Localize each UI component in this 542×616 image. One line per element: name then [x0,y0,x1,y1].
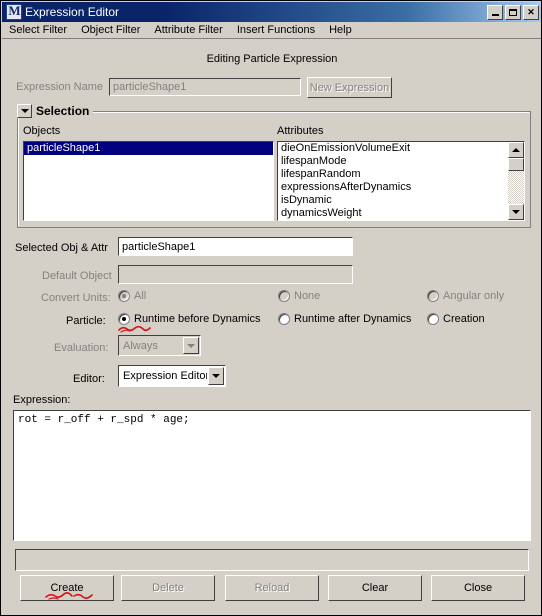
radio-label: Angular only [443,290,505,302]
convert-units-all-radio[interactable]: All [118,290,146,302]
radio-dot-icon [278,313,290,325]
particle-runtime-before-dynamics-radio[interactable]: Runtime before Dynamics [118,313,261,325]
radio-dot-icon [118,313,130,325]
close-icon: ✕ [527,6,535,17]
radio-dot-icon [427,313,439,325]
radio-dot-icon [278,290,290,302]
particle-creation-radio[interactable]: Creation [427,313,485,325]
chevron-down-icon [187,343,195,348]
status-field[interactable] [15,549,529,571]
scroll-thumb[interactable] [508,158,524,171]
expression-textarea[interactable]: rot = r_off + r_spd * age; [13,410,531,541]
evaluation-label: Evaluation: [54,342,109,354]
maximize-icon [509,8,517,16]
list-item[interactable]: particleShape1 [24,142,273,155]
list-item[interactable]: expressionsAfterDynamics [278,181,524,194]
list-item[interactable]: dieOnEmissionVolumeExit [278,142,524,155]
reload-button[interactable]: Reload [225,575,319,601]
selection-group-title: Selection [36,104,90,118]
convert-units-none-radio[interactable]: None [278,290,320,302]
clear-button[interactable]: Clear [328,575,422,601]
dropdown-arrow-button[interactable] [183,337,199,354]
scroll-up-button[interactable] [508,142,524,158]
editing-title: Editing Particle Expression [206,53,338,65]
window-controls: ✕ [487,4,540,20]
triangle-down-icon [512,210,520,214]
convert-units-label: Convert Units: [41,292,111,304]
list-item[interactable]: lifespanMode [278,155,524,168]
collapse-expander-icon[interactable] [17,104,32,118]
list-item[interactable]: isDynamic [278,194,524,207]
radio-label: Creation [443,313,485,325]
default-object-input[interactable] [118,265,353,284]
close-button[interactable]: ✕ [523,4,539,20]
selected-obj-attr-input[interactable]: particleShape1 [118,237,353,256]
menu-insert-functions[interactable]: Insert Functions [230,23,322,37]
create-button[interactable]: Create [20,575,114,601]
selected-obj-attr-label: Selected Obj & Attr [15,242,108,254]
radio-dot-icon [118,290,130,302]
close-dialog-button[interactable]: Close [431,575,525,601]
expression-editor-window: M Expression Editor ✕ Select Filter Obje… [0,0,542,616]
editor-dropdown[interactable]: Expression Editor [118,365,226,387]
evaluation-dropdown[interactable]: Always [118,335,201,356]
particle-runtime-after-dynamics-radio[interactable]: Runtime after Dynamics [278,313,411,325]
evaluation-value: Always [123,339,158,352]
editor-label: Editor: [73,373,105,385]
objects-label: Objects [23,125,61,137]
scroll-down-button[interactable] [508,204,524,220]
objects-listbox[interactable]: particleShape1 [23,141,274,221]
maya-logo-icon: M [6,4,22,20]
delete-button[interactable]: Delete [121,575,215,601]
expression-label: Expression: [13,394,71,406]
radio-label: Runtime before Dynamics [134,313,261,325]
scroll-track[interactable] [508,158,524,204]
minimize-icon [491,13,499,16]
radio-label: None [294,290,321,302]
minimize-button[interactable] [487,4,503,20]
attributes-label: Attributes [277,125,324,137]
menu-select-filter[interactable]: Select Filter [2,23,74,37]
expression-name-input[interactable]: particleShape1 [109,78,301,96]
list-item[interactable]: dynamicsWeight [278,207,524,220]
radio-label: Runtime after Dynamics [294,313,412,325]
attributes-listbox[interactable]: dieOnEmissionVolumeExit lifespanMode lif… [277,141,525,221]
radio-label: All [134,290,147,302]
menu-object-filter[interactable]: Object Filter [74,23,147,37]
window-title: Expression Editor [25,5,120,19]
radio-dot-icon [427,290,439,302]
menu-bar: Select Filter Object Filter Attribute Fi… [2,22,541,39]
title-bar: M Expression Editor ✕ [2,2,541,22]
list-item[interactable]: lifespanRandom [278,168,524,181]
new-expression-button[interactable]: New Expression [307,77,392,98]
menu-attribute-filter[interactable]: Attribute Filter [147,23,229,37]
selection-group-header[interactable]: Selection [17,104,94,118]
chevron-down-icon [212,374,220,378]
dropdown-arrow-button[interactable] [208,367,224,385]
default-object-label: Default Object [42,270,112,282]
editor-value: Expression Editor [123,370,207,382]
convert-units-angular-only-radio[interactable]: Angular only [427,290,504,302]
particle-label: Particle: [66,315,106,327]
menu-help[interactable]: Help [322,23,359,37]
maximize-button[interactable] [505,4,521,20]
expression-name-label: Expression Name [16,81,103,93]
triangle-up-icon [512,148,520,152]
attributes-scrollbar[interactable] [508,142,524,220]
